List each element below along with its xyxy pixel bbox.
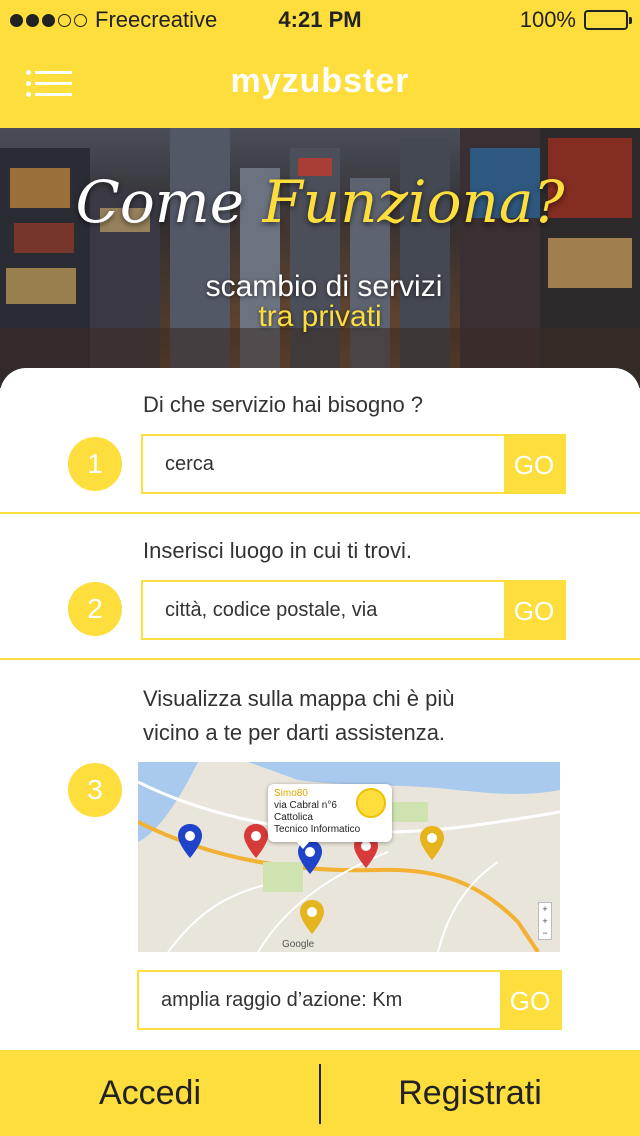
map-pin-yellow-icon[interactable] — [420, 826, 444, 860]
map-pin-red-icon[interactable] — [244, 824, 268, 858]
login-button[interactable]: Accedi — [0, 1050, 300, 1136]
radius-go-button[interactable]: GO — [500, 972, 560, 1028]
hero-banner: Come Funziona? scambio di servizi tra pr… — [0, 128, 640, 388]
step-2-text: Inserisci luogo in cui ti trovi. — [143, 538, 412, 563]
map-callout[interactable]: Simo80 via Cabral n°6 Cattolica Tecnico … — [268, 784, 392, 849]
service-search-field: GO — [141, 434, 566, 494]
map-view[interactable]: Simo80 via Cabral n°6 Cattolica Tecnico … — [138, 762, 560, 952]
app-title: myzubster — [230, 62, 410, 100]
location-input[interactable] — [143, 582, 504, 638]
step-3-text: Visualizza sulla mappa chi è più vicino … — [143, 682, 454, 750]
map-pin-yellow-icon[interactable] — [300, 900, 324, 934]
google-logo: Google — [282, 939, 315, 950]
service-search-input[interactable] — [143, 436, 504, 492]
battery-indicator: 100% — [519, 7, 632, 33]
location-go-button[interactable]: GO — [504, 582, 564, 638]
service-search-go-button[interactable]: GO — [504, 436, 564, 492]
hero-subtitle-line1: scambio di servizi — [205, 270, 443, 303]
bottom-action-bar: Accedi Registrati — [0, 1050, 640, 1136]
step-3-text-line1: Visualizza sulla mappa chi è più — [143, 686, 455, 711]
step-3-text-line2: vicino a te per darti assistenza. — [143, 720, 446, 745]
city-skyline-image — [0, 128, 640, 388]
radius-input[interactable] — [139, 972, 500, 1028]
hero-title-part2: Funziona? — [262, 168, 565, 236]
battery-icon — [584, 10, 632, 30]
register-button[interactable]: Registrati — [320, 1050, 620, 1136]
step-1-number: 1 — [68, 437, 122, 491]
divider-2 — [0, 658, 640, 660]
step-2-number: 2 — [68, 582, 122, 636]
hero-title-part1: Come — [75, 168, 245, 236]
status-bar: Freecreative 4:21 PM 100% — [0, 0, 640, 40]
location-field: GO — [141, 580, 566, 640]
hero-title: Come Funziona? — [0, 168, 640, 236]
map-pin-blue-icon[interactable] — [178, 824, 202, 858]
divider-1 — [0, 512, 640, 514]
nav-bar: myzubster — [0, 40, 640, 128]
hero-subtitle-line2: tra privati — [258, 300, 382, 333]
step-3-number: 3 — [68, 763, 122, 817]
avatar — [356, 788, 386, 818]
battery-percentage: 100% — [519, 7, 576, 32]
zoom-control[interactable]: + + − — [538, 902, 552, 940]
radius-field: GO — [137, 970, 562, 1030]
callout-profession: Tecnico Informatico — [274, 824, 361, 835]
step-1-text: Di che servizio hai bisogno ? — [143, 392, 424, 417]
